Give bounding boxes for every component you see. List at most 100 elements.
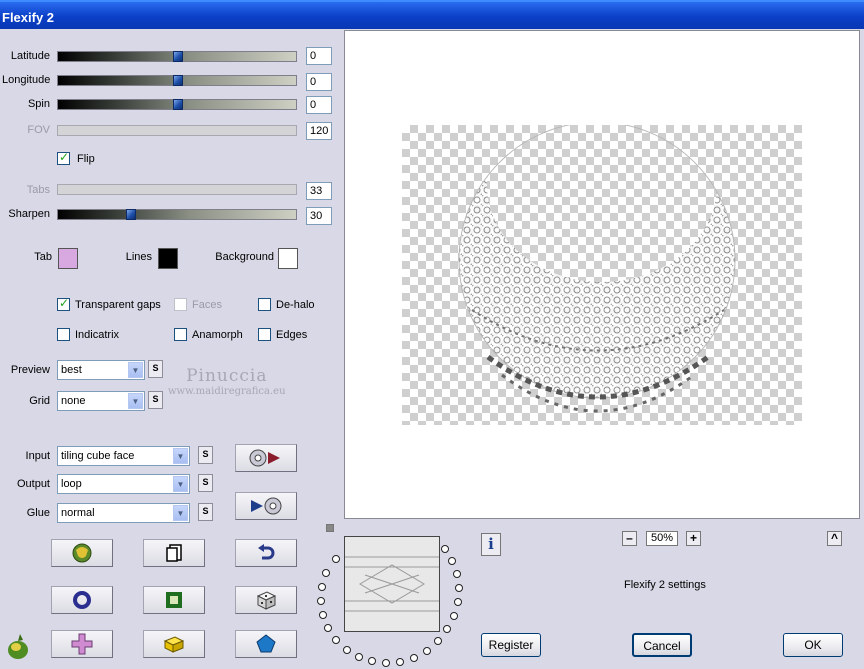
de-halo-label: De-halo: [276, 299, 315, 311]
faces-checkbox: [174, 298, 187, 311]
grid-select-value: none: [61, 395, 86, 407]
dice-button[interactable]: [235, 586, 297, 614]
ring-button[interactable]: [51, 586, 113, 614]
chevron-down-icon[interactable]: ▼: [173, 448, 188, 464]
tab-color-label: Tab: [34, 251, 52, 263]
yellow-brick-icon: [163, 636, 185, 653]
output-select[interactable]: loop ▼: [57, 474, 190, 494]
grid-s-button[interactable]: S: [148, 391, 163, 409]
anamorph-label: Anamorph: [192, 329, 243, 341]
flip-label: Flip: [77, 153, 95, 165]
flip-checkbox[interactable]: ✓: [57, 150, 70, 165]
tab-color-swatch[interactable]: [58, 248, 78, 269]
flexified-image-preview: [402, 121, 802, 425]
info-button[interactable]: i: [481, 533, 501, 556]
output-label: Output: [16, 478, 50, 490]
sharpen-slider[interactable]: [57, 209, 297, 220]
glue-s-button[interactable]: S: [198, 503, 213, 521]
cd-to-flexify-icon: [249, 449, 280, 467]
lines-color-swatch[interactable]: [158, 248, 178, 269]
output-select-value: loop: [61, 478, 82, 490]
sharpen-slider-thumb[interactable]: [126, 209, 136, 220]
preview-select[interactable]: best ▼: [57, 360, 145, 380]
longitude-label: Longitude: [2, 74, 51, 86]
input-select[interactable]: tiling cube face ▼: [57, 446, 190, 466]
longitude-value[interactable]: 0: [306, 73, 332, 91]
navigator-ring[interactable]: [314, 529, 474, 669]
undo-arrow-icon: [258, 544, 275, 560]
tabs-slider: [57, 184, 297, 195]
sharpen-value[interactable]: 30: [306, 207, 332, 225]
undo-button[interactable]: [235, 539, 297, 567]
glue-select[interactable]: normal ▼: [57, 503, 190, 523]
check-mark-icon: ✓: [59, 150, 70, 164]
background-color-label: Background: [215, 251, 274, 263]
flexify-to-cd-button[interactable]: [235, 492, 297, 520]
plus-shape-button[interactable]: [51, 630, 113, 658]
spin-value[interactable]: 0: [306, 96, 332, 114]
indicatrix-checkbox[interactable]: [57, 328, 70, 341]
pentagon-button[interactable]: [235, 630, 297, 658]
zoom-in-button[interactable]: +: [686, 531, 701, 546]
chevron-down-icon[interactable]: ▼: [128, 362, 143, 378]
settings-title: Flexify 2 settings: [624, 579, 706, 591]
copy-button[interactable]: [143, 539, 205, 567]
lines-color-label: Lines: [125, 251, 152, 263]
window-title: Flexify 2: [2, 10, 55, 25]
grid-select[interactable]: none ▼: [57, 391, 145, 411]
longitude-slider-thumb[interactable]: [173, 75, 183, 86]
chevron-down-icon[interactable]: ▼: [128, 393, 143, 409]
ring-icon: [73, 591, 91, 609]
preview-panel[interactable]: [344, 30, 860, 519]
register-button[interactable]: Register: [481, 633, 541, 657]
cd-to-flexify-button[interactable]: [235, 444, 297, 472]
glue-select-value: normal: [61, 507, 95, 519]
indicatrix-label: Indicatrix: [75, 329, 120, 341]
dice-icon: [256, 591, 277, 610]
watermark: Pinuccia www.maidiregrafica.eu: [168, 368, 286, 400]
check-mark-icon: ✓: [59, 296, 70, 310]
spin-slider-thumb[interactable]: [173, 99, 183, 110]
spin-slider[interactable]: [57, 99, 297, 110]
background-color-swatch[interactable]: [278, 248, 298, 269]
fov-value: 120: [306, 122, 332, 140]
latitude-slider[interactable]: [57, 51, 297, 62]
latitude-value[interactable]: 0: [306, 47, 332, 65]
input-label: Input: [25, 450, 50, 462]
de-halo-checkbox[interactable]: [258, 298, 271, 311]
grid-label: Grid: [29, 395, 50, 407]
watermark-name: Pinuccia: [186, 366, 268, 386]
cancel-button[interactable]: Cancel: [632, 633, 692, 657]
randomize-globe-icon: [72, 543, 92, 563]
preview-label: Preview: [10, 364, 50, 376]
chevron-down-icon[interactable]: ▼: [173, 505, 188, 521]
spin-label: Spin: [27, 98, 50, 110]
sharpen-label: Sharpen: [8, 208, 50, 220]
edges-label: Edges: [276, 329, 308, 341]
tabs-value: 33: [306, 182, 332, 200]
ok-button[interactable]: OK: [783, 633, 843, 657]
input-s-button[interactable]: S: [198, 446, 213, 464]
randomize-button[interactable]: [51, 539, 113, 567]
edges-checkbox[interactable]: [258, 328, 271, 341]
zoom-level: 50%: [646, 531, 678, 546]
zoom-out-button[interactable]: –: [622, 531, 637, 546]
copy-page-icon: [166, 544, 182, 562]
preview-transparency-area: [402, 121, 802, 425]
preview-select-value: best: [61, 364, 82, 376]
brick-button[interactable]: [143, 630, 205, 658]
watermark-url: www.maidiregrafica.eu: [168, 386, 286, 397]
output-s-button[interactable]: S: [198, 474, 213, 492]
frame-button[interactable]: [143, 586, 205, 614]
pentagon-icon: [256, 634, 276, 653]
collapse-button[interactable]: ^: [827, 531, 842, 546]
transparent-gaps-label: Transparent gaps: [75, 299, 161, 311]
anamorph-checkbox[interactable]: [174, 328, 187, 341]
transparent-gaps-checkbox[interactable]: ✓: [57, 296, 70, 311]
longitude-slider[interactable]: [57, 75, 297, 86]
preview-s-button[interactable]: S: [148, 360, 163, 378]
latitude-slider-thumb[interactable]: [173, 51, 183, 62]
tabs-label: Tabs: [26, 184, 50, 196]
title-bar: Flexify 2: [0, 0, 864, 29]
chevron-down-icon[interactable]: ▼: [173, 476, 188, 492]
